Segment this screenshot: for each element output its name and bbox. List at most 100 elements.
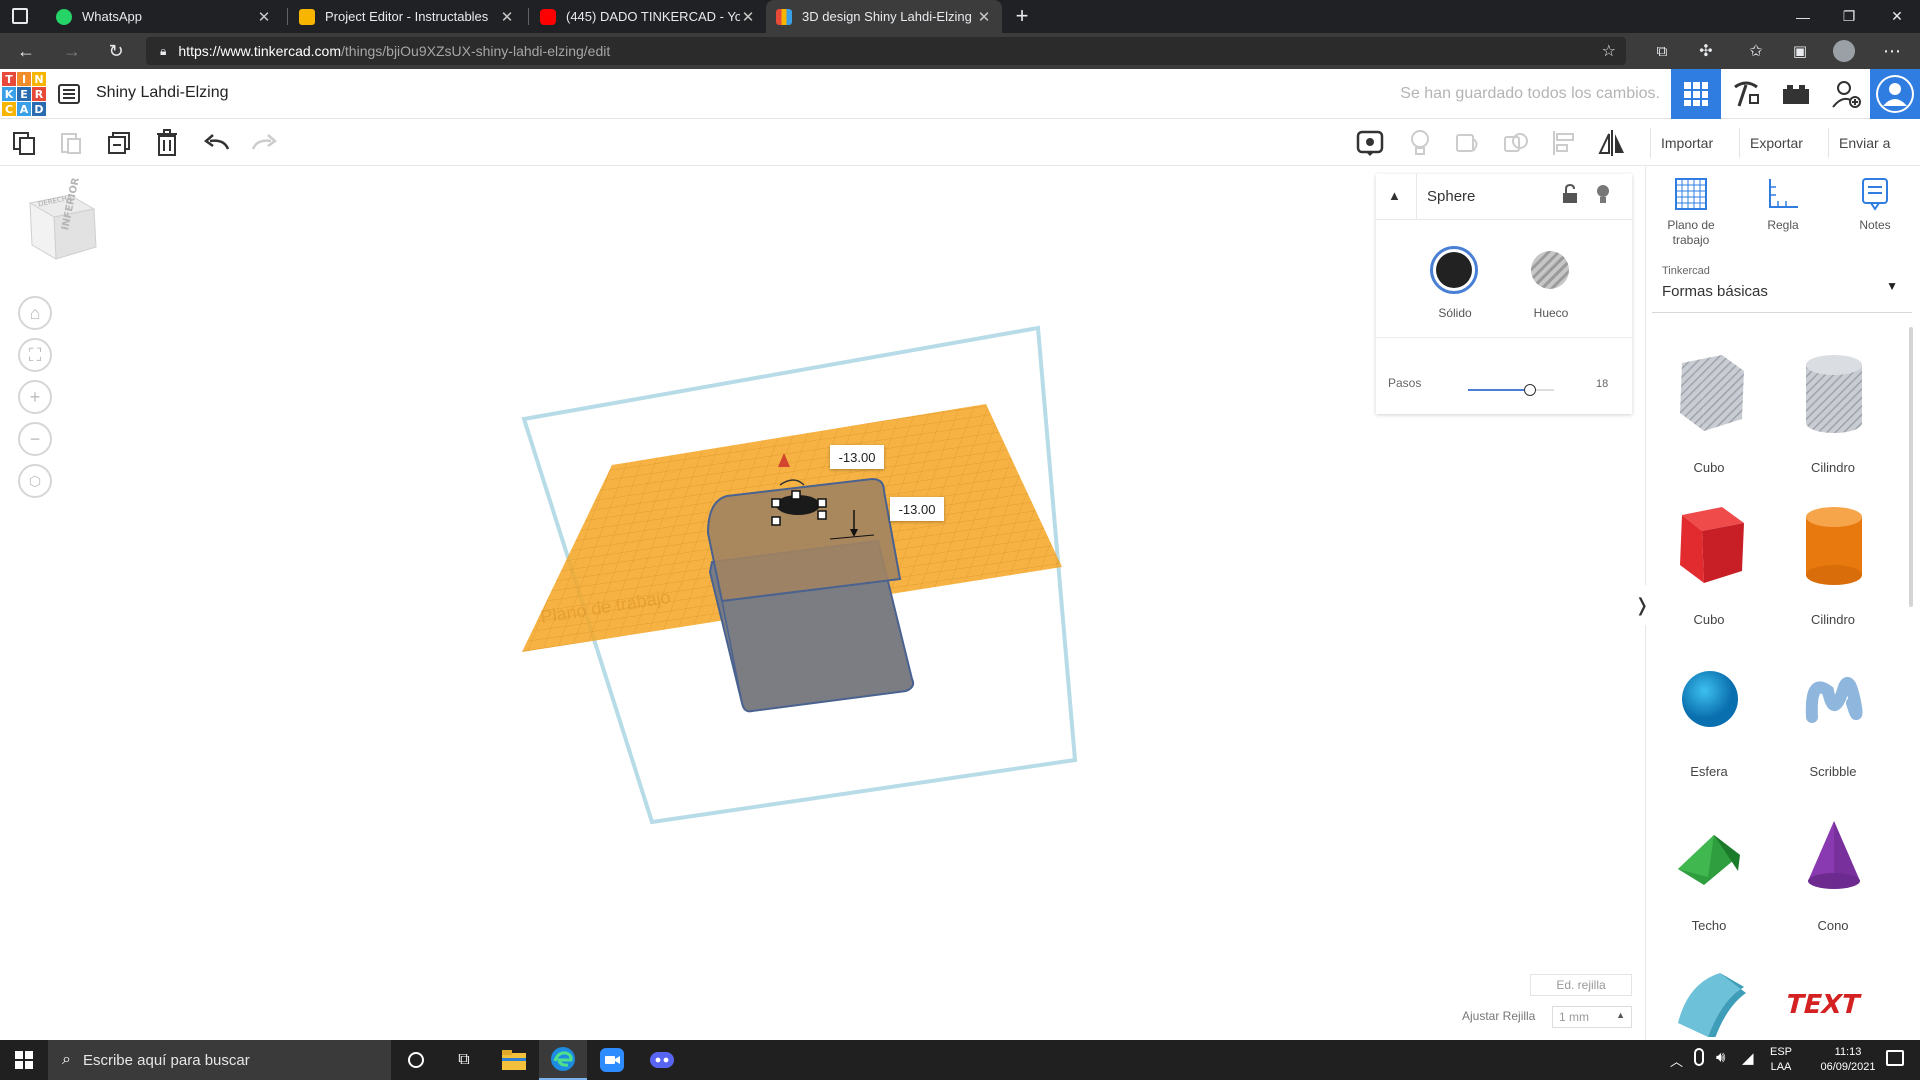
shape-round-roof[interactable] [1654, 957, 1764, 1037]
solid-swatch[interactable] [1430, 246, 1478, 294]
group-icon[interactable] [1452, 127, 1484, 159]
tab-actions-icon[interactable] [12, 8, 28, 24]
file-explorer-icon[interactable] [490, 1040, 538, 1080]
lightbulb-icon[interactable] [1404, 127, 1436, 159]
close-tab-icon[interactable]: ✕ [499, 8, 515, 26]
hole-swatch[interactable] [1526, 246, 1574, 294]
dimension-label[interactable]: -13.00 [890, 497, 944, 521]
taskbar-search-box[interactable]: ⌕ Escribe aquí para buscar [48, 1040, 391, 1080]
solid-option[interactable]: Sólido [1430, 246, 1480, 320]
add-user-icon[interactable] [1821, 69, 1871, 119]
url-field[interactable]: 🔒︎ https://www.tinkercad.com/things/bjiO… [146, 37, 1626, 65]
discord-icon[interactable] [638, 1040, 686, 1080]
workplane-tool[interactable]: Plano de trabajo [1646, 177, 1736, 248]
favorite-star-icon[interactable]: ☆ [1602, 41, 1616, 61]
notes-tool[interactable]: Notes [1830, 177, 1920, 232]
volume-icon[interactable]: 🔊︎ [1716, 1049, 1725, 1066]
shape-sphere[interactable]: Esfera [1654, 647, 1764, 797]
extensions-icon[interactable]: ✣ [1688, 33, 1724, 69]
notes-label: Notes [1859, 218, 1891, 232]
user-avatar[interactable] [1870, 69, 1920, 119]
cortana-icon[interactable] [392, 1040, 440, 1080]
close-tab-icon[interactable]: ✕ [976, 8, 992, 26]
new-tab-button[interactable]: + [1010, 3, 1034, 29]
minimize-icon[interactable]: — [1780, 0, 1826, 33]
shape-text[interactable]: TEXT [1778, 957, 1888, 1037]
scene-canvas[interactable] [0, 167, 1370, 1040]
duplicate-icon[interactable] [103, 127, 135, 159]
maximize-icon[interactable]: ❐ [1826, 0, 1872, 33]
lightbulb-icon[interactable] [1596, 184, 1610, 211]
profile-icon[interactable] [1826, 33, 1862, 69]
design-title[interactable]: Shiny Lahdi-Elzing [96, 84, 229, 102]
network-icon[interactable]: ◢ [1742, 1049, 1754, 1067]
redo-icon[interactable] [248, 127, 280, 159]
reload-icon[interactable]: ↻ [98, 33, 134, 69]
input-language[interactable]: ESP LAA [1766, 1045, 1796, 1075]
shape-roof[interactable]: Techo [1654, 801, 1764, 951]
import-button[interactable]: Importar [1650, 128, 1723, 158]
export-button[interactable]: Exportar [1739, 128, 1813, 158]
collections-list-icon[interactable]: ▣ [1782, 33, 1818, 69]
blocks-pickaxe-icon[interactable] [1721, 69, 1771, 119]
shape-box[interactable]: Cubo [1654, 495, 1764, 645]
windows-start-icon[interactable] [0, 1040, 48, 1080]
tray-chevron-icon[interactable]: ︿ [1670, 1051, 1683, 1070]
shape-label: Esfera [1690, 764, 1728, 779]
shape-library-select[interactable]: Tinkercad Formas básicas ▼ [1652, 257, 1912, 313]
edit-grid-button[interactable]: Ed. rejilla [1530, 974, 1632, 996]
microphone-icon[interactable] [1694, 1048, 1704, 1066]
more-menu-icon[interactable]: ⋯ [1874, 33, 1910, 69]
windows-taskbar: ⌕ Escribe aquí para buscar ⧉ ︿ 🔊︎ ◢ ESP … [0, 1040, 1920, 1080]
browser-tab-tinkercad[interactable]: 3D design Shiny Lahdi-Elzing | Ti ✕ [766, 0, 1002, 33]
steps-value[interactable]: 18 [1596, 378, 1608, 390]
ungroup-icon[interactable] [1500, 127, 1532, 159]
shape-cone[interactable]: Cono [1778, 801, 1888, 951]
shape-scribble[interactable]: Scribble [1778, 647, 1888, 797]
tinkercad-logo[interactable]: T I N K E R C A D [2, 72, 46, 116]
copy-icon[interactable] [8, 127, 40, 159]
workplane-label: Plano de trabajo [1667, 218, 1715, 247]
design-list-icon[interactable] [58, 84, 80, 104]
undo-icon[interactable] [201, 127, 233, 159]
bricks-icon[interactable] [1771, 69, 1821, 119]
shape-name[interactable]: Sphere [1427, 188, 1475, 205]
lock-icon[interactable] [1562, 183, 1578, 209]
ruler-tool[interactable]: Regla [1738, 177, 1828, 232]
edge-icon[interactable] [539, 1040, 587, 1080]
browser-tab-instructables[interactable]: Project Editor - Instructables ✕ [289, 0, 525, 33]
zoom-app-icon[interactable] [588, 1040, 636, 1080]
notes-visibility-icon[interactable] [1354, 127, 1386, 159]
task-view-icon[interactable]: ⧉ [440, 1040, 488, 1080]
panel-toggle[interactable]: ❭ [1634, 585, 1650, 625]
shape-cylinder[interactable]: Cilindro [1778, 495, 1888, 645]
paste-icon[interactable] [55, 127, 87, 159]
notifications-icon[interactable] [1886, 1050, 1904, 1066]
snap-grid-select[interactable]: 1 mm ▲ [1552, 1006, 1632, 1028]
close-tab-icon[interactable]: ✕ [740, 8, 756, 26]
back-icon[interactable]: ← [8, 33, 44, 69]
close-window-icon[interactable]: ✕ [1874, 0, 1920, 33]
3d-view-icon[interactable] [1671, 69, 1721, 119]
steps-slider[interactable] [1468, 384, 1554, 396]
align-icon[interactable] [1548, 127, 1580, 159]
delete-icon[interactable] [151, 127, 183, 159]
mirror-icon[interactable] [1596, 127, 1628, 159]
clock[interactable]: 11:13 06/09/2021 [1808, 1045, 1888, 1075]
browser-tab-youtube[interactable]: (445) DADO TINKERCAD - YouTu ✕ [530, 0, 766, 33]
close-tab-icon[interactable]: ✕ [256, 8, 272, 26]
hole-option[interactable]: Hueco [1526, 246, 1576, 320]
shape-cylinder-hole[interactable]: Cilindro [1778, 343, 1888, 493]
dimension-label[interactable]: -13.00 [830, 445, 884, 469]
steps-slider-thumb[interactable] [1523, 384, 1536, 396]
tab-title: WhatsApp [82, 9, 142, 24]
send-to-button[interactable]: Enviar a [1828, 128, 1900, 158]
forward-icon[interactable]: → [54, 33, 90, 69]
favorites-icon[interactable]: ✩ [1738, 33, 1774, 69]
shapes-scrollbar[interactable] [1909, 327, 1913, 607]
lock-icon[interactable]: 🔒︎ [160, 44, 166, 59]
browser-tab-whatsapp[interactable]: WhatsApp ✕ [46, 0, 282, 33]
collapse-icon[interactable]: ▲ [1388, 188, 1401, 203]
collections-icon[interactable]: ⧉ [1644, 33, 1680, 69]
shape-box-hole[interactable]: Cubo [1654, 343, 1764, 493]
